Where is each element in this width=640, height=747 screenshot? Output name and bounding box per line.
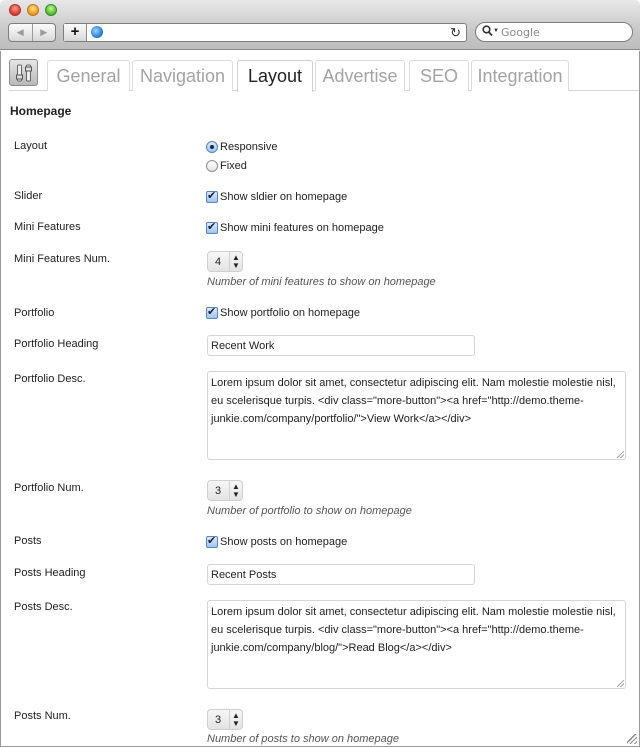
portfolio-heading-input[interactable]: Recent Work [207, 335, 475, 356]
layout-label: Layout [14, 140, 48, 152]
posts-desc-textarea[interactable]: Lorem ipsum dolor sit amet, consectetur … [207, 600, 626, 689]
window-resize-handle-icon[interactable] [627, 734, 637, 744]
search-icon [482, 25, 493, 37]
tab-label: SEO [419, 66, 458, 86]
reload-icon: ↻ [450, 25, 461, 40]
search-placeholder: Google [501, 26, 540, 39]
portfolio-num-select[interactable]: 3 ▲ ▼ [207, 480, 243, 501]
checkbox-checked[interactable] [206, 189, 218, 203]
posts-label: Posts [14, 535, 42, 547]
mini-features-checkbox[interactable]: Show mini features on homepage [206, 220, 384, 234]
select-value: 3 [215, 485, 222, 497]
radio-label: Responsive [220, 141, 278, 153]
select-value: 4 [215, 256, 222, 268]
portfolio-heading-label: Portfolio Heading [14, 338, 99, 350]
tab-advertise[interactable]: Advertise [315, 60, 405, 91]
zoom-window-button[interactable] [45, 4, 57, 16]
radio-unselected[interactable] [206, 160, 218, 172]
layout-radio-responsive[interactable]: Responsive [206, 141, 277, 153]
tab-label: Layout [247, 66, 303, 86]
portfolio-num-label: Portfolio Num. [14, 482, 84, 494]
checkbox-checked[interactable] [206, 220, 218, 234]
history-nav: ◀ ▶ [8, 23, 56, 42]
posts-heading-label: Posts Heading [14, 567, 86, 579]
reload-button[interactable]: ↻ [450, 24, 461, 41]
textarea-value: Lorem ipsum dolor sit amet, consectetur … [211, 606, 616, 654]
radio-selected[interactable] [206, 141, 218, 153]
checkbox-checked[interactable] [206, 534, 218, 548]
window-titlebar: ◀ ▶ + ↻ ▼ Google [0, 0, 640, 50]
tab-navigation[interactable]: Navigation [132, 60, 233, 91]
minimize-window-button[interactable] [27, 4, 39, 16]
textarea-value: Lorem ipsum dolor sit amet, consectetur … [211, 377, 616, 425]
page-content: General Navigation Layout Advertise SEO … [0, 51, 640, 747]
posts-desc-label: Posts Desc. [14, 601, 73, 613]
select-value: 3 [215, 714, 222, 726]
checkbox-label: Show sldier on homepage [220, 191, 348, 203]
checkbox-checked[interactable] [206, 305, 218, 319]
portfolio-desc-label: Portfolio Desc. [14, 373, 86, 385]
forward-icon: ▶ [40, 27, 48, 37]
tab-label: General [56, 66, 121, 86]
mini-features-label: Mini Features [14, 221, 81, 233]
layout-radio-fixed[interactable]: Fixed [206, 160, 247, 172]
checkbox-label: Show portfolio on homepage [220, 307, 361, 319]
select-arrows-icon: ▲ ▼ [229, 481, 242, 500]
address-bar[interactable]: + ↻ [63, 23, 467, 42]
radio-label: Fixed [220, 160, 247, 172]
settings-sliders-icon[interactable] [9, 59, 38, 86]
resize-handle-icon[interactable] [617, 680, 624, 687]
search-dropdown-icon[interactable]: ▼ [493, 28, 499, 34]
mini-features-num-label: Mini Features Num. [14, 253, 110, 265]
checkbox-label: Show mini features on homepage [220, 222, 384, 234]
tab-integration[interactable]: Integration [471, 60, 569, 91]
slider-label: Slider [14, 190, 43, 202]
posts-num-select[interactable]: 3 ▲ ▼ [207, 709, 243, 730]
forward-button[interactable]: ▶ [31, 24, 56, 41]
select-arrows-icon: ▲ ▼ [229, 710, 242, 729]
close-window-button[interactable] [9, 4, 21, 16]
globe-icon [91, 26, 103, 38]
posts-heading-input[interactable]: Recent Posts [207, 564, 475, 585]
mini-features-num-hint: Number of mini features to show on homep… [207, 276, 436, 288]
tab-label: Navigation [139, 66, 226, 86]
search-input[interactable]: ▼ Google [475, 22, 633, 42]
portfolio-label: Portfolio [14, 307, 55, 319]
back-icon: ◀ [16, 27, 24, 37]
resize-handle-icon[interactable] [617, 451, 624, 458]
tab-layout[interactable]: Layout [237, 60, 313, 92]
checkbox-label: Show posts on homepage [220, 536, 348, 548]
plus-icon: + [70, 23, 80, 40]
portfolio-checkbox[interactable]: Show portfolio on homepage [206, 305, 361, 319]
back-button[interactable]: ◀ [9, 24, 32, 41]
posts-num-hint: Number of posts to show on homepage [207, 733, 400, 745]
tab-seo[interactable]: SEO [409, 60, 469, 91]
tab-label: Integration [477, 66, 563, 86]
portfolio-desc-textarea[interactable]: Lorem ipsum dolor sit amet, consectetur … [207, 371, 626, 460]
select-arrows-icon: ▲ ▼ [229, 252, 242, 271]
slider-checkbox[interactable]: Show sldier on homepage [206, 189, 348, 203]
portfolio-num-hint: Number of portfolio to show on homepage [207, 505, 412, 517]
posts-checkbox[interactable]: Show posts on homepage [206, 534, 348, 548]
section-title: Homepage [10, 104, 72, 118]
mini-features-num-select[interactable]: 4 ▲ ▼ [207, 251, 243, 272]
posts-num-label: Posts Num. [14, 710, 71, 722]
new-tab-button[interactable]: + [64, 24, 87, 41]
settings-tabs: General Navigation Layout Advertise SEO … [9, 59, 639, 92]
tab-general[interactable]: General [47, 60, 130, 91]
tab-label: Advertise [322, 66, 398, 86]
